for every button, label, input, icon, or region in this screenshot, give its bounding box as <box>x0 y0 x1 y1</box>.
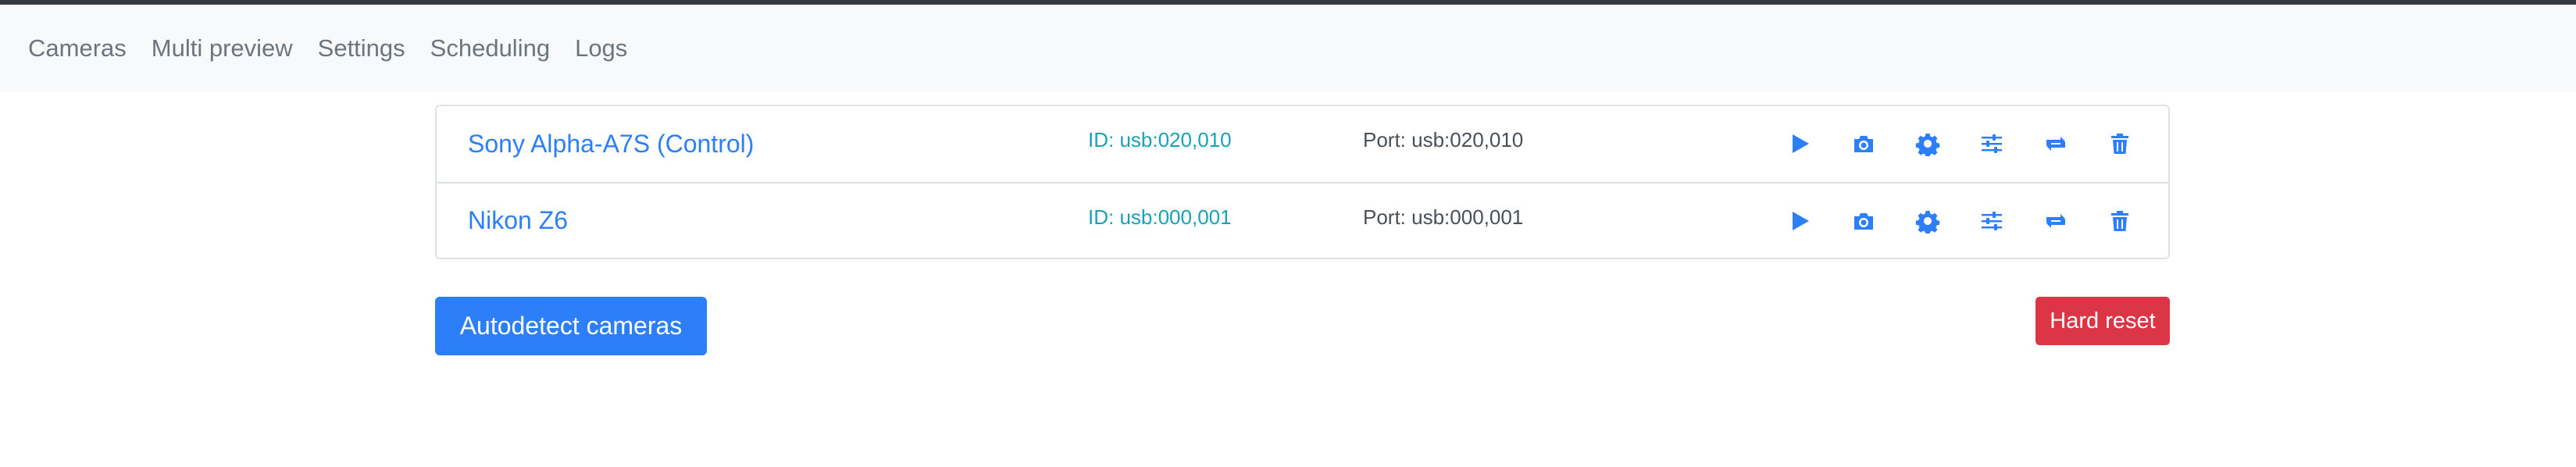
main-content: Sony Alpha-A7S (Control) ID: usb:020,010… <box>435 105 2170 355</box>
nav-multi-preview[interactable]: Multi preview <box>152 34 293 62</box>
gear-icon[interactable] <box>1914 207 1942 235</box>
camera-actions <box>1786 207 2134 235</box>
play-icon[interactable] <box>1786 207 1814 235</box>
camera-id: ID: usb:000,001 <box>1088 205 1232 229</box>
trash-icon[interactable] <box>2106 207 2134 235</box>
gear-icon[interactable] <box>1914 130 1942 158</box>
camera-name[interactable]: Sony Alpha-A7S (Control) <box>468 130 754 159</box>
swap-icon[interactable] <box>2042 130 2070 158</box>
play-icon[interactable] <box>1786 130 1814 158</box>
camera-name[interactable]: Nikon Z6 <box>468 206 568 235</box>
nav-settings[interactable]: Settings <box>318 34 405 62</box>
autodetect-cameras-button[interactable]: Autodetect cameras <box>435 297 707 355</box>
nav-logs[interactable]: Logs <box>575 34 627 62</box>
camera-actions <box>1786 130 2134 158</box>
nav-scheduling[interactable]: Scheduling <box>430 34 550 62</box>
camera-port: Port: usb:000,001 <box>1363 205 1524 229</box>
sliders-icon[interactable] <box>1978 207 2006 235</box>
sliders-icon[interactable] <box>1978 130 2006 158</box>
nav-cameras[interactable]: Cameras <box>28 34 127 62</box>
camera-id: ID: usb:020,010 <box>1088 128 1232 152</box>
hard-reset-button[interactable]: Hard reset <box>2035 297 2170 345</box>
camera-row: Sony Alpha-A7S (Control) ID: usb:020,010… <box>437 106 2168 182</box>
camera-row: Nikon Z6 ID: usb:000,001 Port: usb:000,0… <box>437 182 2168 258</box>
camera-list: Sony Alpha-A7S (Control) ID: usb:020,010… <box>435 105 2170 259</box>
camera-icon[interactable] <box>1850 130 1878 158</box>
navbar: Cameras Multi preview Settings Schedulin… <box>0 5 2576 92</box>
trash-icon[interactable] <box>2106 130 2134 158</box>
swap-icon[interactable] <box>2042 207 2070 235</box>
camera-icon[interactable] <box>1850 207 1878 235</box>
camera-port: Port: usb:020,010 <box>1363 128 1524 152</box>
